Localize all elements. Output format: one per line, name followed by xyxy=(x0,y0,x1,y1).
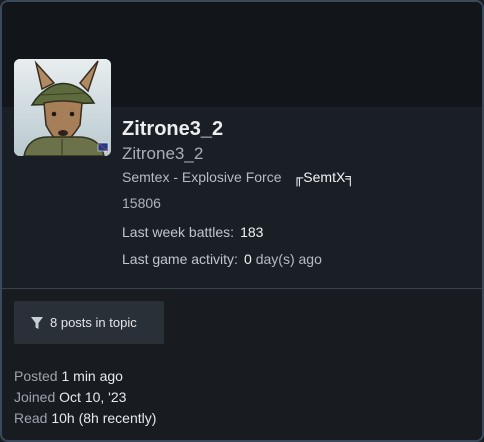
kangaroo-soldier-avatar-icon xyxy=(14,59,111,156)
username[interactable]: Zitrone3_2 xyxy=(122,118,223,141)
last-week-battles-value: 183 xyxy=(240,224,264,240)
user-handle: Zitrone3_2 xyxy=(122,144,204,163)
posted-meta: Posted 1 min ago xyxy=(14,368,123,384)
read-value: 10h (8h recently) xyxy=(51,410,157,426)
posted-value[interactable]: 1 min ago xyxy=(61,368,122,384)
joined-meta: Joined Oct 10, '23 xyxy=(14,389,126,405)
posts-in-topic-button[interactable]: 8 posts in topic xyxy=(14,301,164,344)
user-card: Zitrone3_2 Zitrone3_2 Semtex - Explosive… xyxy=(0,0,484,442)
read-label: Read xyxy=(14,410,48,426)
joined-value: Oct 10, '23 xyxy=(59,389,127,405)
clan-tag[interactable]: ╓SemtX╕ xyxy=(293,169,355,185)
joined-label: Joined xyxy=(14,389,56,405)
personal-rating: 15806 xyxy=(122,195,161,211)
posts-in-topic-label: 8 posts in topic xyxy=(50,315,137,330)
clan-info: Semtex - Explosive Force ╓SemtX╕ xyxy=(122,169,355,185)
read-meta: Read 10h (8h recently) xyxy=(14,410,156,426)
last-game-activity: Last game activity: 0 day(s) ago xyxy=(122,251,322,267)
clan-name[interactable]: Semtex - Explosive Force xyxy=(122,169,282,185)
posted-label: Posted xyxy=(14,368,58,384)
section-divider xyxy=(2,288,482,289)
last-activity-unit: day(s) ago xyxy=(255,251,322,267)
last-week-battles: Last week battles: 183 xyxy=(122,224,263,240)
last-week-battles-label: Last week battles: xyxy=(122,224,235,240)
last-activity-value: 0 xyxy=(243,251,252,267)
last-activity-label: Last game activity: xyxy=(122,251,238,267)
avatar[interactable] xyxy=(14,59,111,156)
funnel-icon xyxy=(31,316,43,329)
